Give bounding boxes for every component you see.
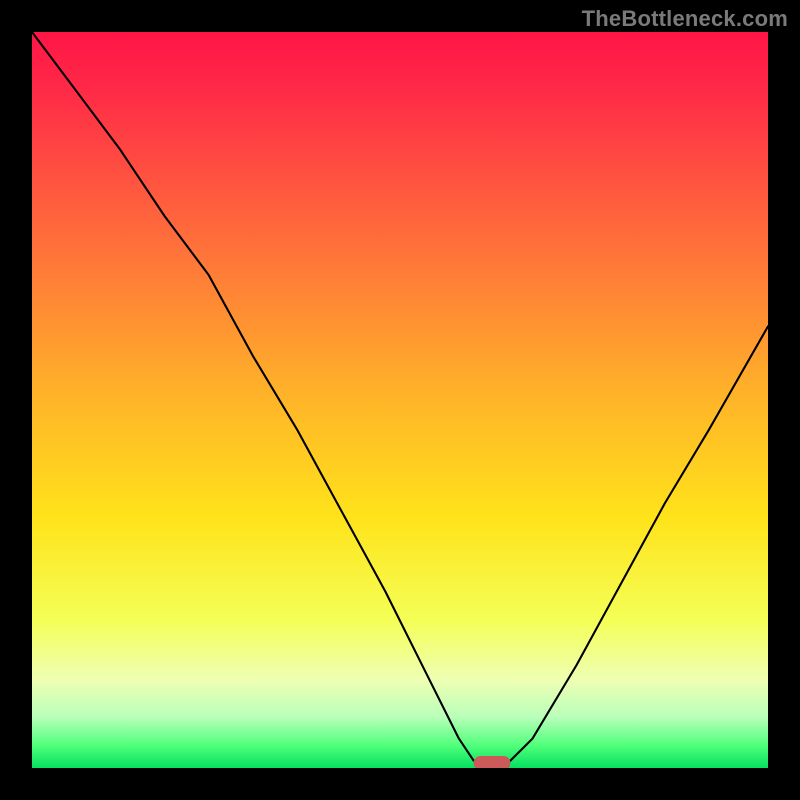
watermark-text: TheBottleneck.com	[582, 6, 788, 32]
plot-area	[32, 32, 768, 768]
frame: TheBottleneck.com	[0, 0, 800, 800]
optimum-marker	[474, 756, 511, 768]
bottleneck-curve	[32, 32, 768, 768]
chart-svg	[32, 32, 768, 768]
